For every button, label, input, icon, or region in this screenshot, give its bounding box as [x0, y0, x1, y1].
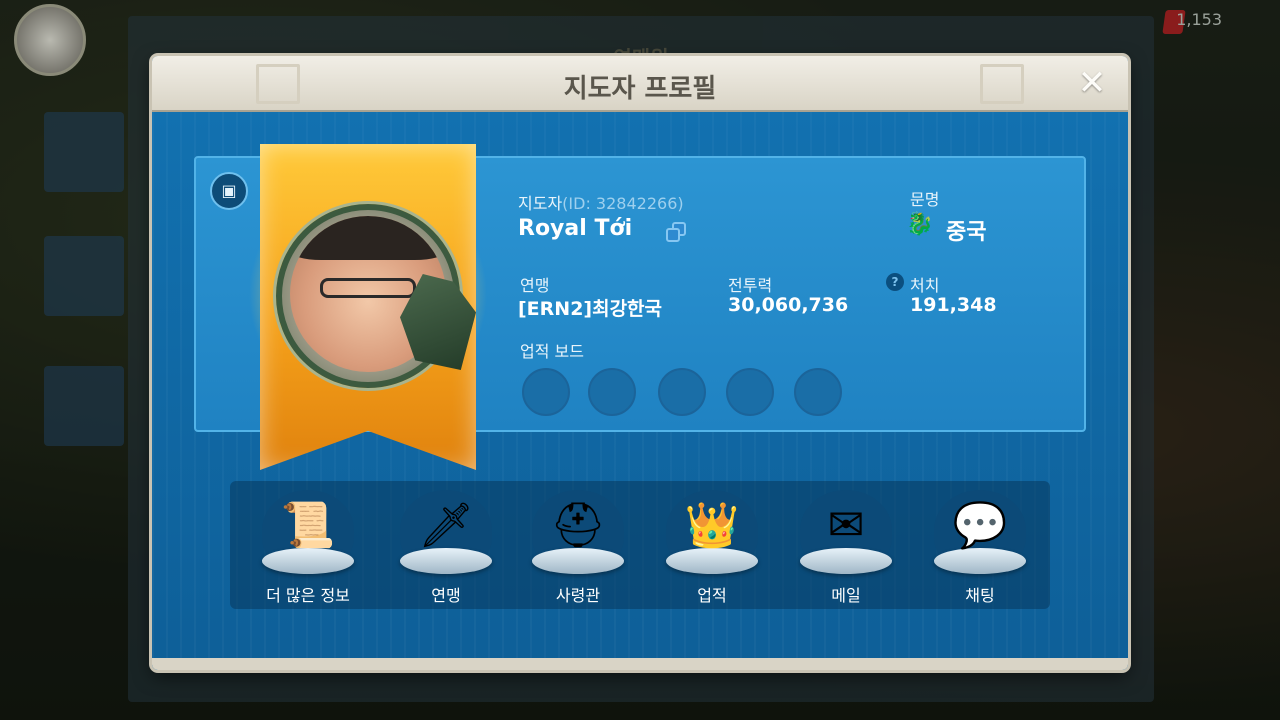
side-menu-button	[44, 236, 124, 316]
leader-label-row: 지도자(ID: 32842266)	[518, 190, 684, 214]
power-label: 전투력	[728, 276, 773, 295]
avatar-glasses	[320, 278, 416, 298]
side-menu-button	[44, 112, 124, 192]
chat-button[interactable]: 💬 채팅	[920, 490, 1040, 608]
leader-profile-dialog: 지도자 프로필 ✕ ▣ 지도자(ID: 32842266) Royal Tới …	[152, 56, 1128, 670]
chat-icon: 💬	[952, 500, 1008, 551]
commander-button[interactable]: ⛑ 사령관	[518, 490, 638, 608]
scroll-icon: 📜	[280, 500, 336, 551]
crown-icon: 👑	[684, 500, 740, 551]
kills-value: 191,348	[910, 294, 997, 316]
sword-icon: 🗡	[418, 500, 474, 551]
dialog-title: 지도자 프로필	[563, 74, 717, 104]
player-avatar-background	[14, 4, 86, 76]
dialog-bottom-border	[152, 658, 1128, 670]
achievement-slot[interactable]	[658, 368, 706, 416]
kills-label: 처치	[910, 276, 940, 295]
achievement-slot[interactable]	[522, 368, 570, 416]
photo-icon: ▣	[221, 181, 237, 200]
chat-label: 채팅	[965, 586, 995, 605]
alliance-label: 연맹	[431, 586, 461, 605]
civilization-value: 중국	[946, 220, 987, 245]
power-value: 30,060,736	[728, 294, 849, 316]
achievement-board-label: 업적 보드	[520, 342, 584, 361]
close-button[interactable]: ✕	[1072, 64, 1112, 104]
mail-icon: ✉	[827, 500, 865, 551]
gem-count: 1,153	[1176, 10, 1222, 29]
helmet-icon: ⛑	[550, 500, 606, 551]
change-avatar-button[interactable]: ▣	[210, 172, 248, 210]
leader-label: 지도자	[518, 194, 563, 213]
achievements-button[interactable]: 👑 업적	[652, 490, 772, 608]
leader-id: (ID: 32842266)	[562, 194, 684, 213]
alliance-button[interactable]: 🗡 연맹	[386, 490, 506, 608]
achievements-label: 업적	[697, 586, 727, 605]
title-bar: 지도자 프로필 ✕	[152, 56, 1128, 112]
alliance-value[interactable]: [ERN2]최강한국	[518, 294, 662, 321]
help-icon[interactable]: ?	[886, 273, 904, 291]
more-info-button[interactable]: 📜 더 많은 정보	[248, 490, 368, 608]
side-menu-button	[44, 366, 124, 446]
avatar-hair	[290, 216, 446, 260]
achievement-slot[interactable]	[794, 368, 842, 416]
achievement-slot[interactable]	[726, 368, 774, 416]
leader-name: Royal Tới	[518, 216, 633, 241]
achievement-slot[interactable]	[588, 368, 636, 416]
copy-icon[interactable]	[666, 222, 688, 244]
dragon-icon: 🐉	[906, 212, 934, 237]
more-info-label: 더 많은 정보	[266, 586, 350, 605]
mail-label: 메일	[831, 586, 861, 605]
mail-button[interactable]: ✉ 메일	[786, 490, 906, 608]
alliance-label: 연맹	[520, 276, 550, 295]
commander-label: 사령관	[555, 586, 601, 605]
civilization-label: 문명	[910, 190, 940, 209]
